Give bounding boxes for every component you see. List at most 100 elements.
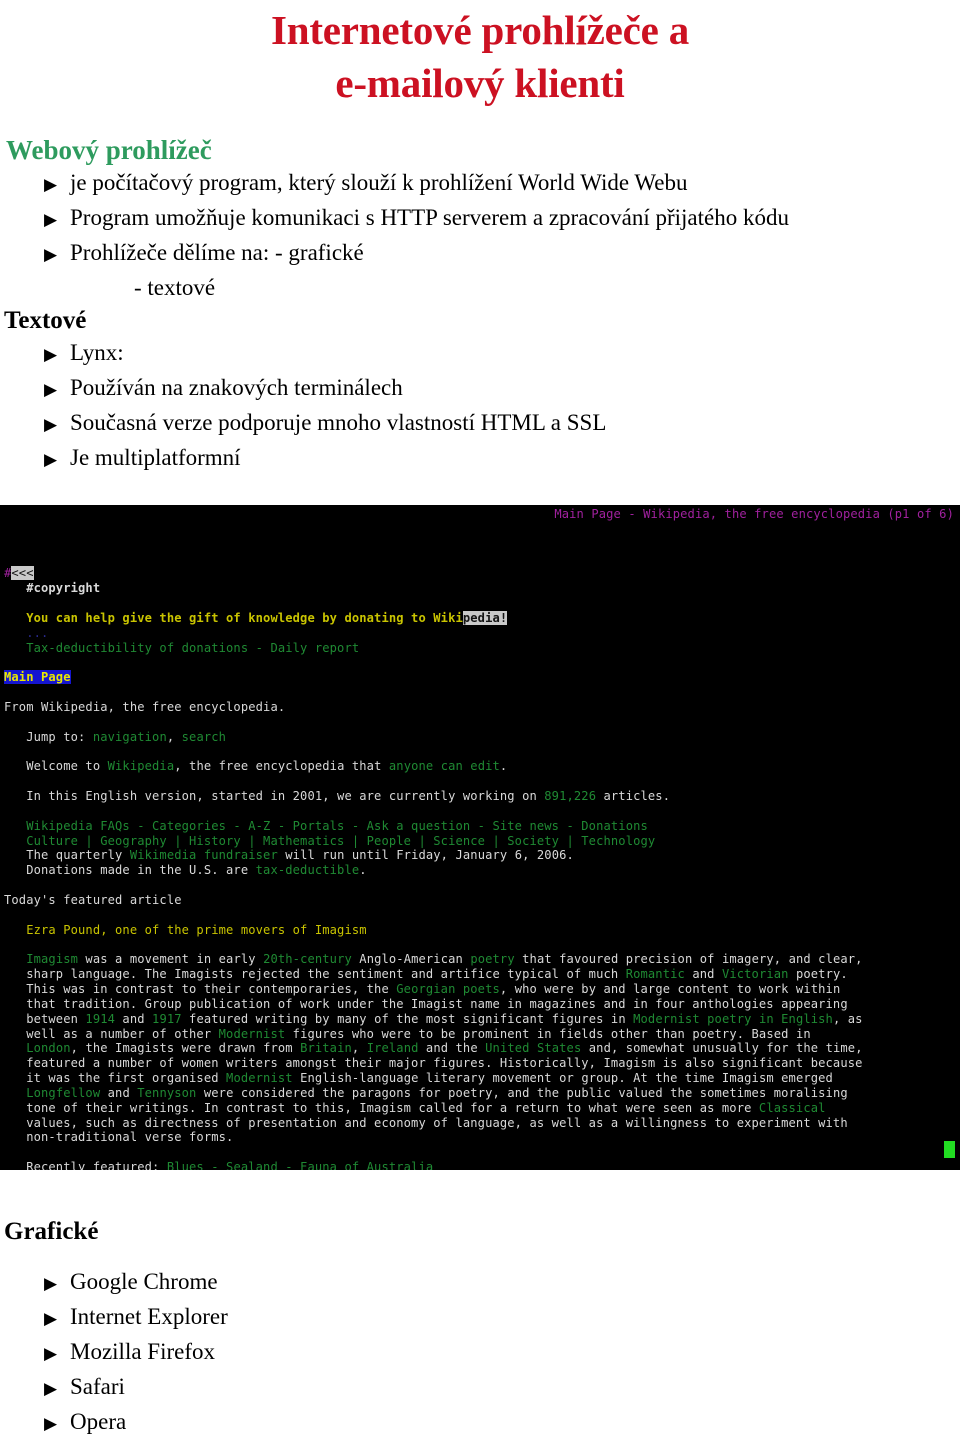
- terminal-text-span: [4, 1086, 26, 1100]
- terminal-text-span: Modernist: [226, 1071, 293, 1086]
- terminal-line: Wikipedia FAQs - Categories - A-Z - Port…: [4, 819, 960, 834]
- list-item-label: Je multiplatformní: [70, 445, 241, 470]
- terminal-text-span: pedia!: [462, 610, 508, 625]
- list-item: ▶ Mozilla Firefox: [0, 1335, 960, 1370]
- terminal-line: tone of their writings. In contrast to t…: [4, 1101, 960, 1116]
- list-item-label: Používán na znakových terminálech: [70, 375, 403, 400]
- list-item: ▶ Program umožňuje komunikaci s HTTP ser…: [0, 201, 960, 236]
- terminal-text-span: [4, 1041, 26, 1055]
- terminal-text-span: , the free encyclopedia that: [174, 759, 389, 774]
- slide-title-block: Internetové prohlížeče a e-mailový klien…: [0, 0, 960, 110]
- terminal-text-span: values, such as directness of presentati…: [4, 1115, 848, 1130]
- list-item-label: Lynx:: [70, 340, 124, 365]
- terminal-text-span: Welcome to: [4, 759, 108, 774]
- terminal-text-span: figures who were to be prominent in fiel…: [285, 1026, 811, 1041]
- bullet-arrow-icon: ▶: [44, 415, 58, 434]
- terminal-line: non-traditional verse forms.: [4, 1130, 960, 1145]
- list-item: ▶ Google Chrome: [0, 1265, 960, 1300]
- terminal-text-span: and the: [418, 1041, 486, 1056]
- terminal-text-span: Wikipedia: [107, 759, 175, 774]
- terminal-line: Ezra Pound, one of the prime movers of I…: [4, 923, 960, 938]
- terminal-text-span: Britain: [300, 1041, 352, 1056]
- terminal-text-span: You can help give the gift of knowledge …: [4, 610, 463, 625]
- terminal-text-span: that tradition. Group publication of wor…: [4, 996, 848, 1011]
- terminal-text-span: Ezra Pound, one of the prime movers of I…: [4, 922, 367, 937]
- terminal-text-span: non-traditional verse forms.: [4, 1130, 234, 1145]
- list-item-label: Současná verze podporuje mnoho vlastnost…: [70, 410, 607, 435]
- terminal-line: Imagism was a movement in early 20th-cen…: [4, 952, 960, 967]
- terminal-text-span: navigation: [92, 729, 167, 744]
- terminal-text-span: The quarterly: [4, 848, 130, 863]
- terminal-text-span: featured writing by many of the most sig…: [181, 1011, 634, 1026]
- terminal-line: #<<<: [4, 566, 960, 581]
- terminal-line: ...: [4, 626, 960, 641]
- bullet-list-graficke: ▶ Google Chrome ▶ Internet Explorer ▶ Mo…: [0, 1265, 960, 1440]
- bullet-arrow-icon: ▶: [44, 175, 58, 194]
- list-item: ▶ Současná verze podporuje mnoho vlastno…: [0, 406, 960, 441]
- terminal-text-span: Ireland: [366, 1041, 419, 1056]
- terminal-line: Jump to: navigation, search: [4, 730, 960, 745]
- terminal-text-span: 1914: [85, 1011, 116, 1026]
- terminal-text-span: anyone can edit: [388, 759, 500, 774]
- terminal-text-span: it was the first organised: [4, 1071, 227, 1086]
- terminal-text-span: poetry: [470, 952, 515, 967]
- lynx-terminal-screenshot: #<<< #copyright You can help give the gi…: [0, 505, 960, 1170]
- terminal-text-span: Tennyson: [137, 1085, 197, 1100]
- list-item: ▶ je počítačový program, který slouží k …: [0, 166, 960, 201]
- terminal-text-span: From Wikipedia, the free encyclopedia.: [4, 699, 286, 714]
- section-heading-textove: Textové: [4, 307, 87, 334]
- terminal-line: The quarterly Wikimedia fundraiser will …: [4, 848, 960, 863]
- terminal-line: Culture | Geography | History | Mathemat…: [4, 834, 960, 849]
- list-item-label: Opera: [70, 1409, 127, 1434]
- terminal-line: well as a number of other Modernist figu…: [4, 1027, 960, 1042]
- terminal-text-span: ,: [166, 729, 182, 744]
- terminal-text-span: , as: [832, 1011, 863, 1026]
- terminal-text-span: , the Imagists were drawn from: [70, 1041, 301, 1056]
- terminal-text-span: London: [26, 1041, 71, 1056]
- terminal-line: that tradition. Group publication of wor…: [4, 997, 960, 1012]
- terminal-cursor: [944, 1141, 955, 1158]
- list-item-label: Program umožňuje komunikaci s HTTP serve…: [70, 205, 789, 230]
- list-item: ▶ Prohlížeče dělíme na: - grafické: [0, 236, 960, 271]
- terminal-text-span: and: [115, 1011, 153, 1026]
- terminal-text-span: Victorian: [721, 967, 789, 982]
- terminal-text-span: poetry.: [788, 967, 848, 982]
- bullet-arrow-icon: ▶: [44, 245, 58, 264]
- list-item: ▶ Používán na znakových terminálech: [0, 371, 960, 406]
- terminal-line: between 1914 and 1917 featured writing b…: [4, 1012, 960, 1027]
- terminal-text-span: , who were by and large content to work …: [499, 982, 841, 996]
- section-heading-webovy: Webový prohlížeč: [6, 135, 212, 165]
- terminal-text-span: Donations made in the U.S. are: [4, 863, 256, 878]
- section-graficke: Grafické ▶ Google Chrome ▶ Internet Expl…: [0, 1215, 960, 1440]
- terminal-text-span: #copyright: [4, 581, 101, 596]
- title-line-1: Internetové prohlížeče a: [271, 7, 689, 53]
- terminal-body: #<<< #copyright You can help give the gi…: [0, 535, 960, 1170]
- terminal-text-span: .: [499, 759, 508, 774]
- terminal-text-span: English-language literary movement or gr…: [292, 1071, 833, 1086]
- list-item-label: Internet Explorer: [70, 1304, 228, 1329]
- section-heading-graficke: Grafické: [4, 1218, 99, 1245]
- terminal-text-span: In this English version, started in 2001…: [4, 789, 545, 804]
- terminal-line: Longfellow and Tennyson were considered …: [4, 1086, 960, 1101]
- terminal-text-span: will run until Friday, January 6, 2006.: [277, 848, 574, 863]
- terminal-line: #copyright: [4, 581, 960, 596]
- terminal-line: sharp language. The Imagists rejected th…: [4, 967, 960, 982]
- terminal-text-span: Wikimedia fundraiser: [129, 848, 278, 863]
- page-title: Internetové prohlížeče a e-mailový klien…: [0, 4, 960, 110]
- terminal-text-span: and: [684, 967, 722, 982]
- title-line-2: e-mailový klienti: [335, 60, 625, 106]
- terminal-text-span: Tax-deductibility of donations - Daily r…: [4, 640, 360, 655]
- terminal-text-span: were considered the paragons for poetry,…: [196, 1085, 848, 1100]
- terminal-text-span: Longfellow: [26, 1085, 101, 1100]
- terminal-text-span: articles.: [596, 789, 671, 804]
- terminal-line: Recently featured: Blues - Sealand - Fau…: [4, 1160, 960, 1170]
- bullet-arrow-icon: ▶: [44, 345, 58, 364]
- terminal-line: You can help give the gift of knowledge …: [4, 610, 960, 626]
- bullet-arrow-icon: ▶: [44, 450, 58, 469]
- terminal-text-span: United States: [485, 1041, 582, 1056]
- terminal-header-title: Main Page - Wikipedia, the free encyclop…: [554, 507, 954, 521]
